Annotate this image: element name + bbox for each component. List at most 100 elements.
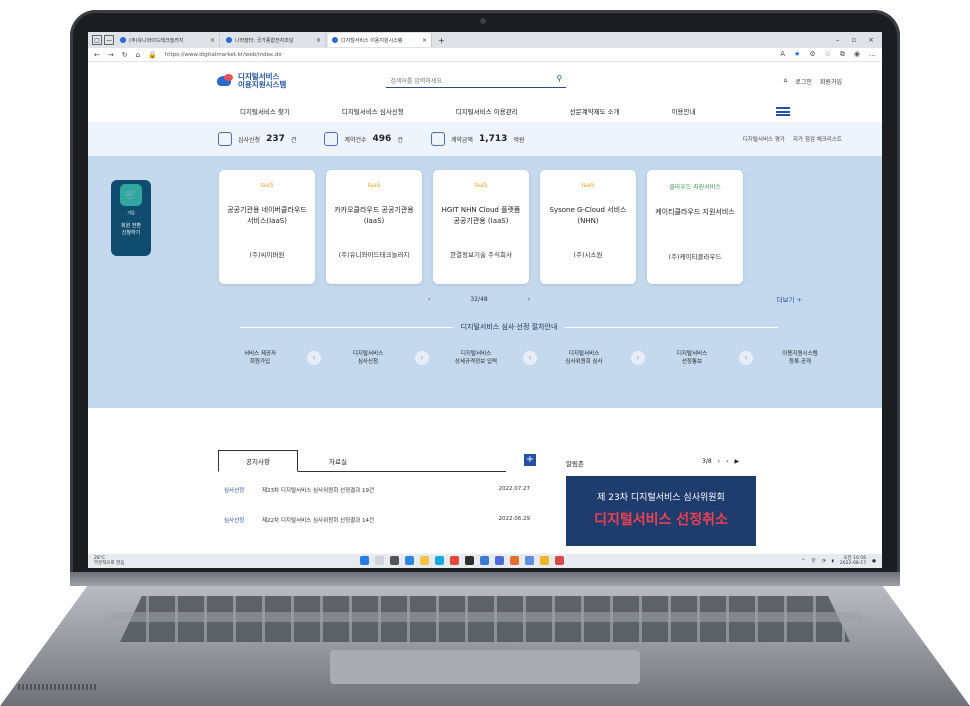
touchpad [330,650,640,684]
home-icon[interactable]: ⌂ [136,51,140,59]
money-icon [430,132,445,146]
extensions-icon[interactable]: ⚙ [809,50,815,59]
prev-page-button[interactable]: ‹ [428,296,430,303]
edge-icon[interactable] [435,556,444,565]
stat-contracts: 계약건수 496 건 [324,132,403,146]
nav-item-contract[interactable]: 선문계약제도 소개 [570,106,620,116]
service-cards: IaaS 공공기관용 네이버클라우드 서비스(IaaS) (주)씨이버원 IaaS 카… [219,170,743,284]
close-tab-icon[interactable]: × [316,37,321,44]
app-icon[interactable] [555,556,564,565]
alert-zone-title: 알림존 [566,460,584,468]
read-aloud-icon[interactable]: A [780,50,785,59]
process-step: 서비스 제공자 회원가입 [243,351,277,365]
browser-tab-3[interactable]: 디지털서비스 이용지원시스템 × [328,33,432,47]
process-step: 디지털서비스 선정통보 [676,351,708,365]
notice-row[interactable]: 심사선정 제22차 디지털서비스 심사위원회 선정결과 14건 2022.06.… [224,516,530,524]
service-card[interactable]: IaaS 카카오클라우드 공공기관용(IaaS) (주)유니와이드테크놀러지 [326,170,422,284]
app-icon[interactable] [525,556,534,565]
language-indicator[interactable]: 한 [811,558,815,564]
divider [565,326,778,328]
app-icon[interactable] [495,556,504,565]
url-field[interactable]: https://www.digitalmarket.kr/web/index.d… [165,52,772,58]
favorites-icon[interactable]: ☆ [825,50,831,59]
wifi-icon[interactable]: ◔ [822,559,826,564]
nav-item-manage[interactable]: 디지털서비스 이용관리 [456,106,518,116]
browser-toolbar: A ★ ⚙ ☆ ⧉ ◉ … [780,50,876,59]
browser-tab-2[interactable]: 나라장터: 국가종합전자조달 × [222,33,326,47]
collections-icon[interactable]: ⧉ [840,50,845,59]
close-tab-icon[interactable]: × [210,37,215,44]
favicon-icon [332,37,338,43]
more-menu-icon[interactable]: … [869,50,876,59]
stats-links: 디지털서비스 평가 자가 점검 체크리스트 [743,135,842,143]
minimize-icon[interactable]: – [836,36,840,44]
browser-tab-1[interactable]: (주)유니와이드테크놀러지 × [116,33,220,47]
cart-icon: 🛒 [120,184,142,206]
home-link-icon[interactable]: ⌂ [784,77,788,86]
app-icon[interactable] [510,556,519,565]
nav-item-guide[interactable]: 이용안내 [672,106,696,116]
close-tab-icon[interactable]: × [422,37,427,44]
service-card[interactable]: IaaS HGIT NHN Cloud 플랫폼 공공기관용 (IaaS) 한결정보기… [433,170,529,284]
play-alert-button[interactable]: ▶ [734,458,739,465]
close-window-icon[interactable]: × [868,36,874,44]
join-link[interactable]: 회원가입 [820,77,842,86]
app-icon[interactable] [540,556,549,565]
member-convert-button[interactable]: 🛒 가입 회원 전환 신청하기 [111,180,151,256]
alert-banner[interactable]: 제 23차 디지털서비스 심사위원회 디지털서비스 선정취소 [566,476,756,546]
tab-actions-icon[interactable]: — [104,35,114,45]
folder-icon[interactable] [420,556,429,565]
favorite-star-icon[interactable]: ★ [794,50,800,59]
weather-widget[interactable]: 28°C 부분적으로 맑음 [94,556,124,566]
refresh-icon[interactable]: ↻ [122,51,128,59]
nav-item-apply[interactable]: 디지털서비스 심사신청 [342,106,404,116]
chevron-right-icon: › [631,351,645,365]
nav-item-find[interactable]: 디지털서비스 찾기 [240,106,290,116]
store-icon[interactable] [465,556,474,565]
process-step: 이용지원시스템 등록·공개 [782,351,818,365]
back-icon[interactable]: ← [94,51,100,59]
new-tab-button[interactable]: + [434,36,449,45]
notice-row[interactable]: 심사선정 제23차 디지털서비스 심사위원회 선정결과 19건 2022.07.… [224,486,530,494]
next-page-button[interactable]: › [528,296,530,303]
tab-notice[interactable]: 공지사항 [218,450,298,472]
divider [240,326,453,328]
more-link[interactable]: 더보기 + [777,294,802,304]
window-icon[interactable]: ▢ [92,35,102,45]
chrome-icon[interactable] [450,556,459,565]
login-link[interactable]: 로그인 [795,77,812,86]
prev-alert-button[interactable]: ‹ [718,458,720,465]
speaker-grille [18,684,98,690]
search-input[interactable]: 검색어를 입력하세요. ⚲ [386,74,567,88]
clock[interactable]: 오전 10:56 2022-08-17 [840,556,866,566]
notification-icon[interactable]: ● [872,559,876,564]
app-icon[interactable] [480,556,489,565]
search-icon[interactable]: ⚲ [556,75,562,85]
chevron-up-icon[interactable]: ^ [802,559,806,564]
site-logo[interactable]: 디지털서비스 이용지원시스템 [216,73,286,89]
checklist-link[interactable]: 자가 점검 체크리스트 [793,135,842,143]
evaluation-link[interactable]: 디지털서비스 평가 [743,135,785,143]
service-card[interactable]: 클라우드 지원서비스 케이티클라우드 지원서비스 (주)케이티클라우드 [647,170,743,284]
tab-library[interactable]: 자료실 [298,450,378,471]
board-more-button[interactable]: + [524,454,536,466]
chevron-right-icon: › [307,351,321,365]
favicon-icon [226,37,232,43]
start-icon[interactable] [360,556,369,565]
board-tabs: 공지사항 자료실 [218,450,506,472]
address-bar: ← → ↻ ⌂ 🔒 https://www.digitalmarket.kr/w… [88,48,882,62]
service-card[interactable]: IaaS 공공기관용 네이버클라우드 서비스(IaaS) (주)씨이버원 [219,170,315,284]
next-alert-button[interactable]: › [726,458,728,465]
maximize-icon[interactable]: ▫ [851,36,856,44]
forward-icon[interactable]: → [108,51,114,59]
task-view-icon[interactable] [390,556,399,565]
volume-icon[interactable]: ◖ [832,559,834,564]
search-icon[interactable] [375,556,384,565]
keyboard-row [100,612,870,622]
service-card[interactable]: IaaS Sysone G-Cloud 서비스(NHN) (주)시스원 [540,170,636,284]
favicon-icon [120,37,126,43]
profile-icon[interactable]: ◉ [854,50,860,59]
menu-icon[interactable] [776,106,790,116]
chevron-right-icon: › [415,351,429,365]
chat-icon[interactable] [405,556,414,565]
